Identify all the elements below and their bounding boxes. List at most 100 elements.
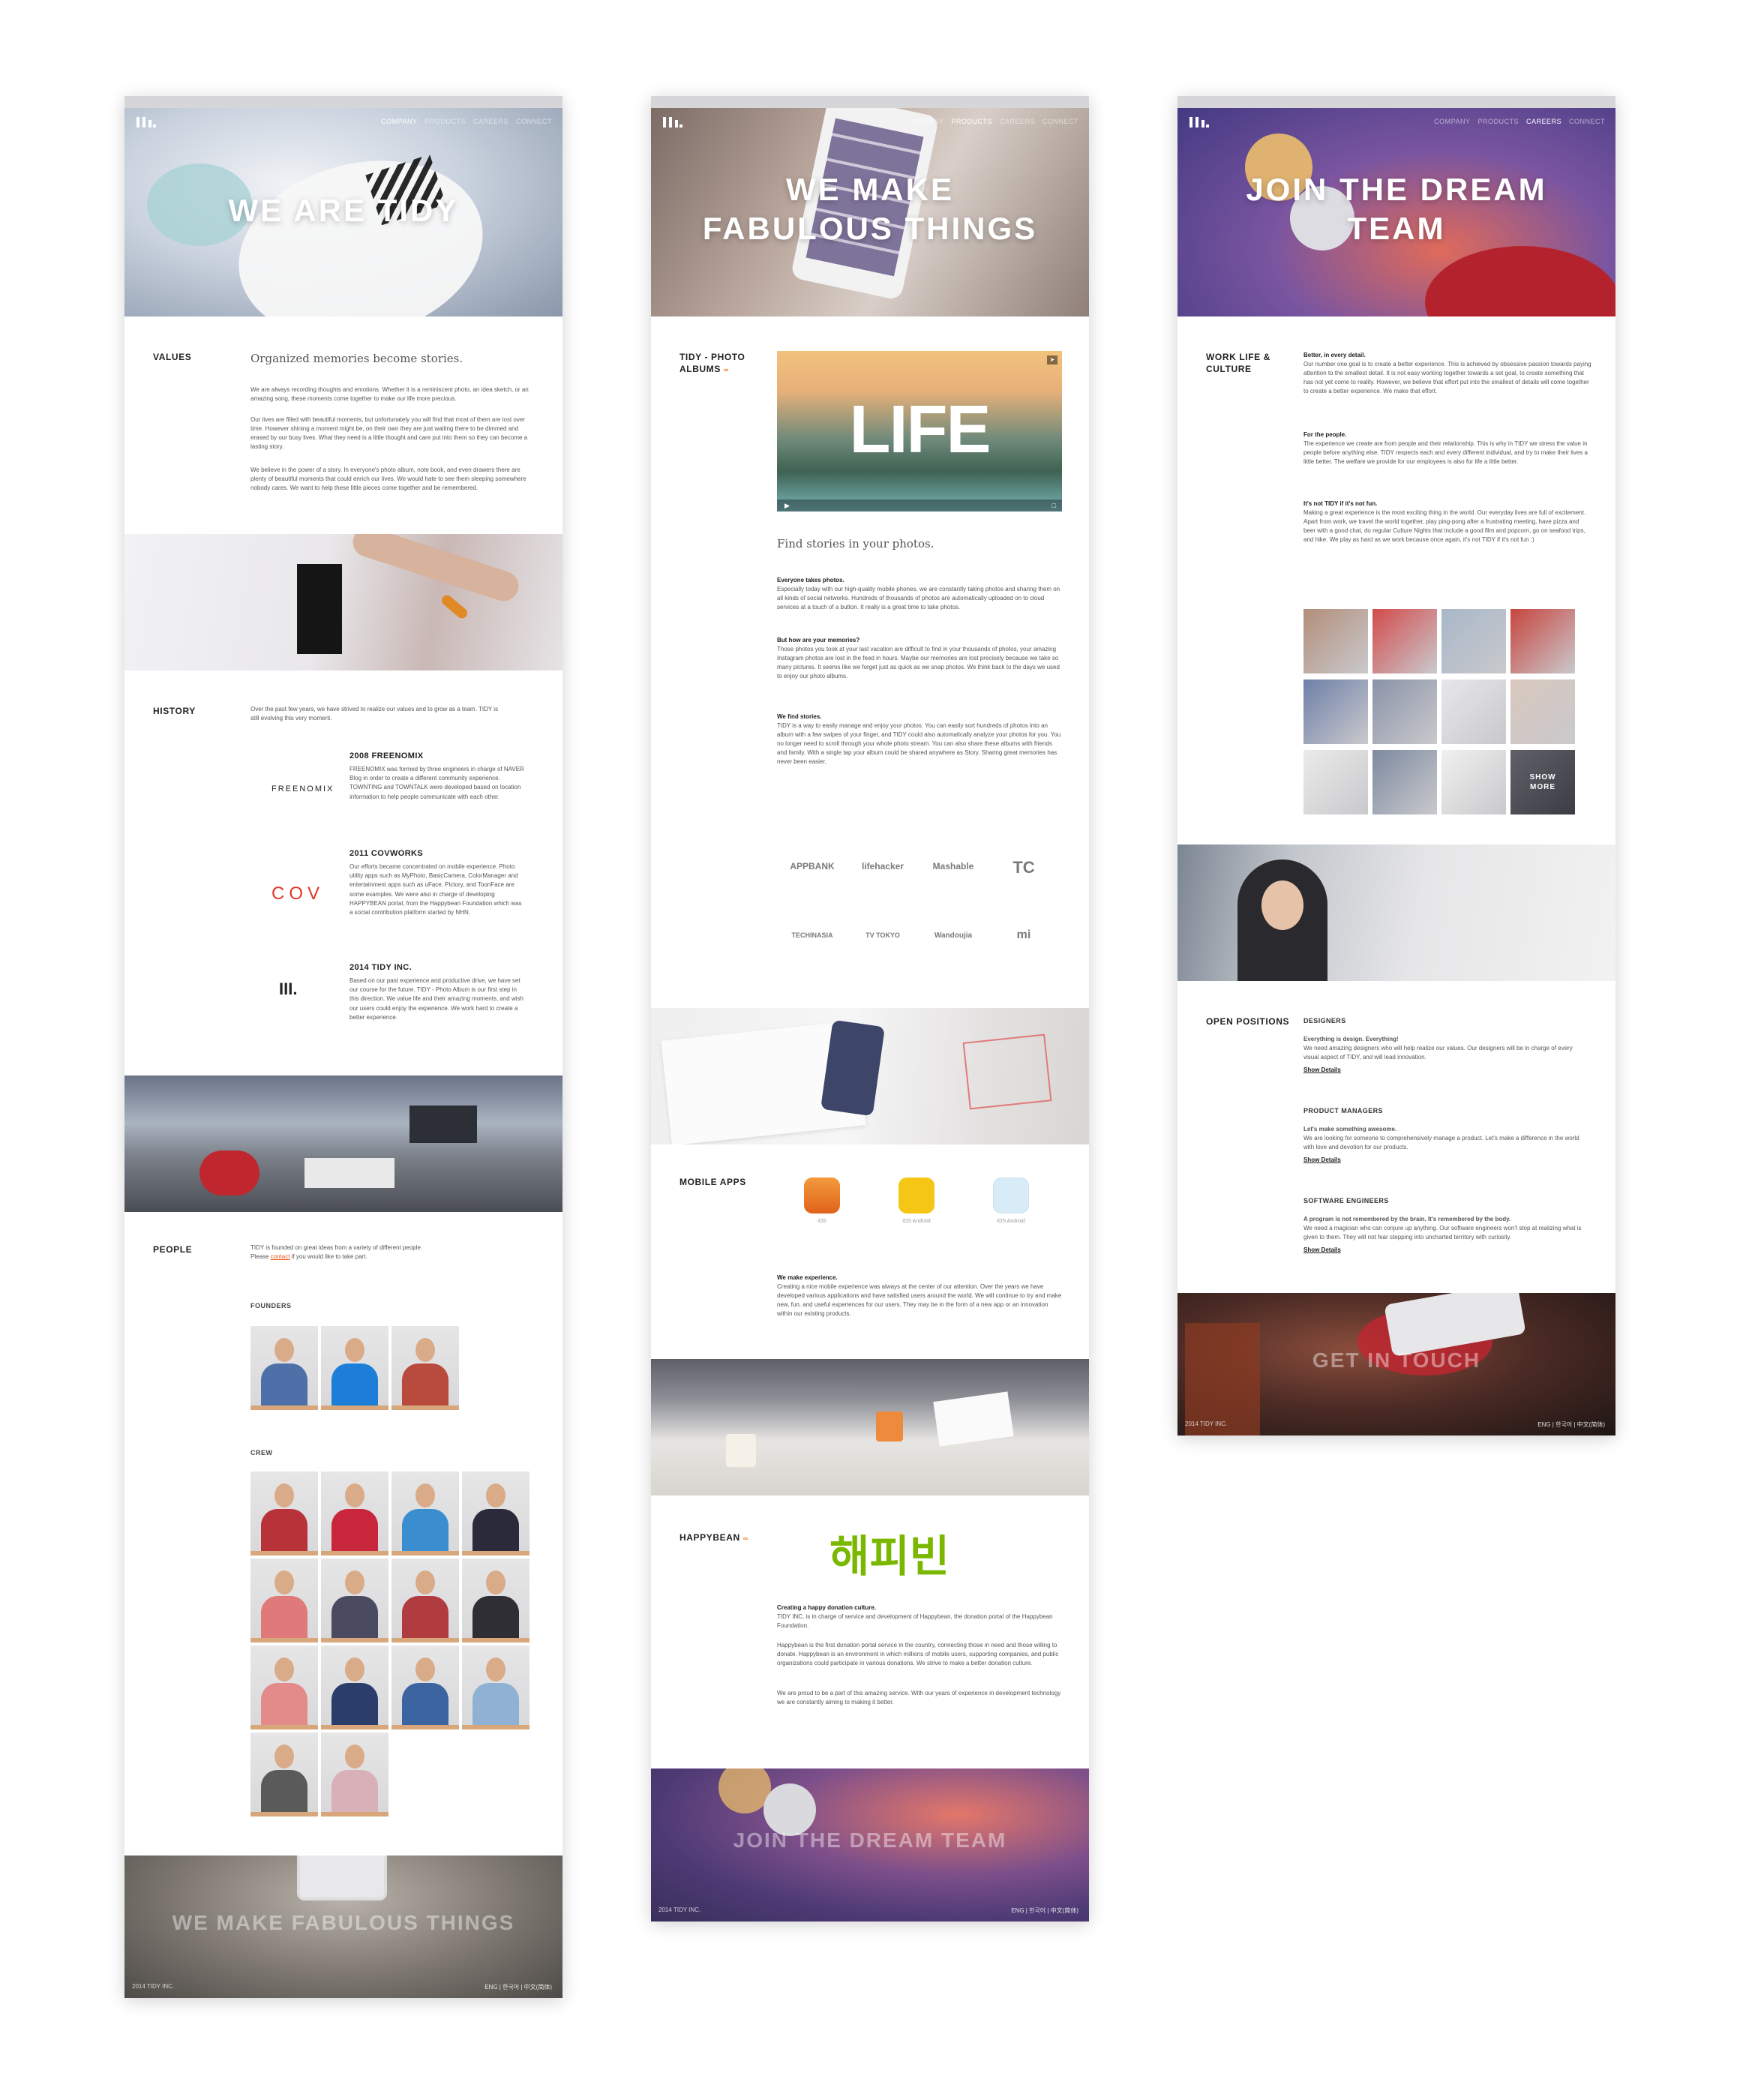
mug-image (726, 1434, 756, 1467)
album-p3-body: TIDY is a way to easily manage and enjoy… (777, 722, 1061, 765)
portrait-photo (321, 1472, 388, 1556)
nav-company[interactable]: COMPANY (1434, 118, 1470, 125)
nav-company[interactable]: COMPANY (381, 118, 417, 125)
portrait-photo (250, 1732, 318, 1816)
gallery-photo[interactable] (1442, 750, 1506, 814)
link-arrow-icon[interactable]: ∞ (724, 366, 729, 374)
footer-cta[interactable]: WE MAKE FABULOUS THINGS (124, 1911, 562, 1935)
techcrunch-logo: TC (1012, 858, 1035, 877)
gallery-photo[interactable] (1442, 609, 1506, 674)
monitor-image (410, 1106, 477, 1143)
portrait-shirt (261, 1509, 308, 1551)
gallery-photo[interactable] (1372, 609, 1437, 674)
nav-connect[interactable]: CONNECT (516, 118, 552, 125)
happybean-p2: Happybean is the first donation portal s… (777, 1642, 1059, 1666)
portrait-head (274, 1744, 294, 1768)
contact-link[interactable]: contact (271, 1253, 290, 1260)
browser-chrome (124, 96, 562, 108)
nav-products[interactable]: PRODUCTS (951, 118, 992, 125)
values-p2: Our lives are filled with beautiful mome… (250, 416, 528, 450)
show-more-tile[interactable]: SHOW MORE (1510, 750, 1575, 814)
gallery-photo[interactable] (1304, 680, 1368, 744)
portrait-head (274, 1658, 294, 1682)
portrait-desk (392, 1551, 459, 1556)
fullscreen-icon[interactable]: □ (1052, 502, 1056, 509)
portrait-head (345, 1658, 364, 1682)
portrait-desk (392, 1406, 459, 1410)
gallery-photo[interactable] (1510, 680, 1575, 744)
show-details-link[interactable]: Show Details (1304, 1066, 1341, 1073)
nav-products[interactable]: PRODUCTS (1478, 118, 1519, 125)
whiteboard-woman-photo (1178, 844, 1616, 981)
portrait-photo (250, 1472, 318, 1556)
link-arrow-icon[interactable]: ∞ (743, 1534, 748, 1542)
history-item-title: 2008 FREENOMIX (350, 752, 424, 760)
tidy-logo-icon[interactable] (1190, 116, 1209, 128)
language-switcher[interactable]: ENG | 한국어 | 中文(简体) (484, 1983, 552, 1991)
app-platform-caption: iOS Android (902, 1219, 931, 1224)
nav-careers[interactable]: CAREERS (1000, 118, 1035, 125)
footer-cta[interactable]: JOIN THE DREAM TEAM (651, 1828, 1089, 1852)
phone-image (297, 1856, 387, 1900)
portrait-head (486, 1570, 506, 1594)
position-head: A program is not remembered by the brain… (1304, 1216, 1511, 1222)
whiteboard-card-image (297, 564, 342, 654)
language-switcher[interactable]: ENG | 한국어 | 中文(简体) (1538, 1420, 1605, 1429)
camera-app-icon[interactable] (804, 1178, 840, 1214)
smile-app-icon[interactable] (898, 1178, 934, 1214)
culture-title-line1: WORK LIFE & (1206, 352, 1270, 362)
careers-footer: GET IN TOUCH 2014 TIDY INC. ENG | 한국어 | … (1178, 1293, 1616, 1436)
values-title: VALUES (153, 352, 192, 362)
portrait-shirt (261, 1770, 308, 1812)
portrait-desk (462, 1725, 530, 1730)
browser-chrome (651, 96, 1089, 108)
gallery-photo[interactable] (1372, 680, 1437, 744)
culture-title-line2: CULTURE (1206, 364, 1252, 374)
tidy-logo-icon[interactable] (136, 116, 156, 128)
people-intro-b-prefix: Please (250, 1253, 271, 1260)
portrait-desk (321, 1406, 388, 1410)
position-title: DESIGNERS (1304, 1017, 1346, 1024)
footer-copyright: 2014 TIDY INC. (1185, 1420, 1228, 1427)
portrait-head (274, 1338, 294, 1362)
face-app-icon[interactable] (993, 1178, 1029, 1214)
history-item-title: 2011 COVWORKS (350, 849, 424, 858)
scissors-image (440, 592, 470, 621)
cov-logo: COV (272, 884, 325, 904)
language-switcher[interactable]: ENG | 한국어 | 中文(简体) (1011, 1906, 1078, 1915)
nav-connect[interactable]: CONNECT (1569, 118, 1605, 125)
nav-careers[interactable]: CAREERS (473, 118, 508, 125)
share-icon[interactable]: ➤ (1047, 356, 1058, 364)
position-body: Everything is design. Everything! We need… (1304, 1035, 1588, 1062)
portrait-head (416, 1338, 435, 1362)
video-player[interactable]: LIFE ➤ ▶ □ (777, 351, 1062, 512)
portrait-shirt (332, 1364, 378, 1406)
portrait-head (486, 1658, 506, 1682)
gallery-photo[interactable] (1304, 750, 1368, 814)
nav-products[interactable]: PRODUCTS (424, 118, 466, 125)
orange-mug-image (876, 1412, 903, 1442)
footer-cta[interactable]: GET IN TOUCH (1178, 1348, 1616, 1372)
careers-page: JOIN THE DREAM TEAM COMPANY PRODUCTS CAR… (1178, 96, 1616, 1436)
nav-company[interactable]: COMPANY (908, 118, 944, 125)
gallery-photo[interactable] (1372, 750, 1437, 814)
show-details-link[interactable]: Show Details (1304, 1156, 1341, 1163)
gallery-photo[interactable] (1442, 680, 1506, 744)
video-controls[interactable]: ▶ □ (777, 500, 1062, 512)
nav-careers[interactable]: CAREERS (1526, 118, 1562, 125)
portrait-photo (462, 1472, 530, 1556)
show-details-link[interactable]: Show Details (1304, 1246, 1341, 1253)
people-intro-a: TIDY is founded on great ideas from a va… (250, 1244, 423, 1251)
happybean-p3: We are proud to be a part of this amazin… (777, 1690, 1061, 1706)
play-icon[interactable]: ▶ (784, 502, 790, 510)
position-text: We are looking for someone to comprehens… (1304, 1135, 1580, 1150)
people-intro: TIDY is founded on great ideas from a va… (250, 1244, 520, 1262)
tidy-logo-icon[interactable] (663, 116, 682, 128)
gallery-photo[interactable] (1510, 609, 1575, 674)
nav-connect[interactable]: CONNECT (1042, 118, 1078, 125)
gallery-photo[interactable] (1304, 609, 1368, 674)
company-page: WE ARE TIDY COMPANY PRODUCTS CAREERS CON… (124, 96, 562, 1998)
position-text: We need a magician who can conjure up an… (1304, 1225, 1582, 1240)
culture-p3: It's not TIDY if it's not fun. Making a g… (1304, 500, 1592, 544)
album-p1: Everyone takes photos. Especially today w… (777, 576, 1062, 612)
